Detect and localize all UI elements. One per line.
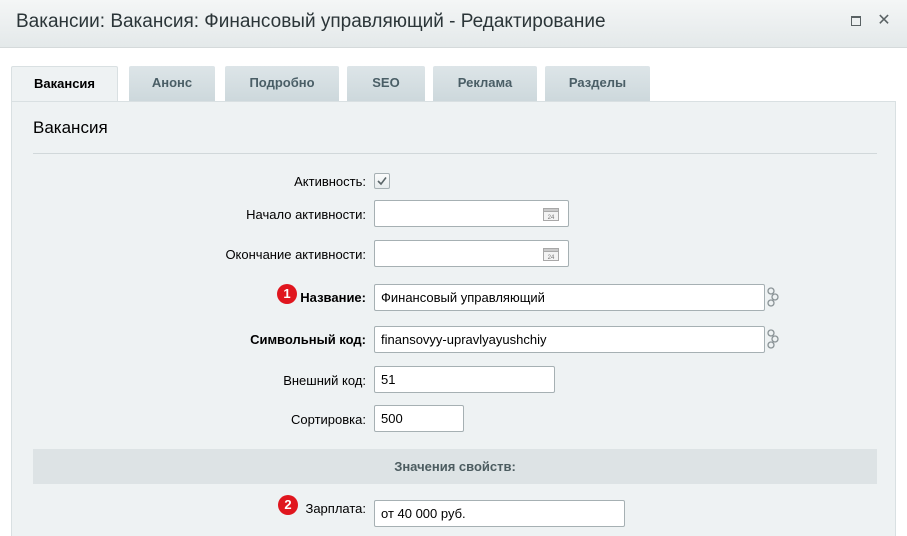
code-label: Символьный код: bbox=[250, 332, 366, 347]
calendar-icon[interactable]: 24 bbox=[543, 207, 559, 221]
section-title: Вакансия bbox=[33, 118, 108, 137]
tab-vacancy[interactable]: Вакансия bbox=[11, 66, 118, 102]
active-label: Активность: bbox=[294, 174, 366, 189]
external-code-label: Внешний код: bbox=[283, 373, 366, 388]
maximize-icon[interactable] bbox=[848, 13, 864, 29]
end-date-label: Окончание активности: bbox=[225, 247, 366, 262]
tab-sections[interactable]: Разделы bbox=[545, 66, 650, 101]
code-input[interactable] bbox=[374, 326, 765, 353]
tab-announce[interactable]: Анонс bbox=[129, 66, 215, 101]
tab-details[interactable]: Подробно bbox=[225, 66, 339, 101]
close-icon[interactable]: ✕ bbox=[876, 13, 892, 29]
sort-input[interactable] bbox=[374, 405, 464, 432]
section-divider bbox=[33, 153, 877, 154]
name-input[interactable] bbox=[374, 284, 765, 311]
salary-input[interactable] bbox=[374, 500, 625, 527]
calendar-icon[interactable]: 24 bbox=[543, 247, 559, 261]
tab-advertising[interactable]: Реклама bbox=[433, 66, 537, 101]
tab-seo[interactable]: SEO bbox=[347, 66, 425, 101]
window-titlebar: Вакансии: Вакансия: Финансовый управляющ… bbox=[0, 0, 907, 48]
svg-text:24: 24 bbox=[548, 255, 555, 261]
start-date-label: Начало активности: bbox=[246, 207, 366, 222]
salary-label: Зарплата: bbox=[305, 501, 366, 516]
sort-label: Сортировка: bbox=[291, 412, 366, 427]
svg-text:24: 24 bbox=[548, 215, 555, 221]
link-icon[interactable] bbox=[767, 287, 779, 307]
properties-header: Значения свойств: bbox=[33, 449, 877, 484]
name-label: Название: bbox=[300, 290, 366, 305]
external-code-input[interactable] bbox=[374, 366, 555, 393]
end-date-input[interactable] bbox=[374, 240, 569, 267]
link-icon[interactable] bbox=[767, 329, 779, 349]
active-checkbox[interactable] bbox=[374, 173, 390, 189]
window-title: Вакансии: Вакансия: Финансовый управляющ… bbox=[16, 11, 606, 32]
start-date-input[interactable] bbox=[374, 200, 569, 227]
